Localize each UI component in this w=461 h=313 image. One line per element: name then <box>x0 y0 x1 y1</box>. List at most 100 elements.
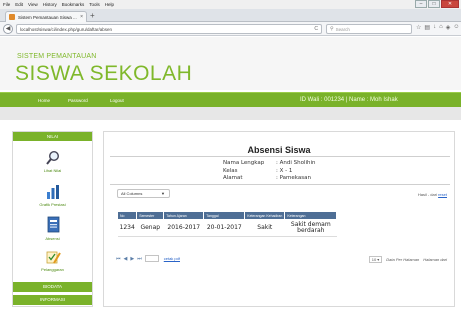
info-row: Nama Lengkap : Andi Sholihin <box>223 160 316 168</box>
main-nav: Home Password Logout ID Wali : 001234 | … <box>0 92 461 107</box>
checklist-pencil-icon <box>46 251 61 264</box>
column-header-keterangan[interactable]: Keterangan <box>284 211 338 220</box>
page-title: Absensi Siswa <box>247 145 311 155</box>
sidebar-item-grafik-prestasi[interactable]: Grafik Prestasi <box>13 184 92 207</box>
sidebar-item-pelanggaran[interactable]: Pelanggaran <box>13 249 92 272</box>
new-tab-button[interactable]: + <box>90 11 95 20</box>
user-info: ID Wali : 001234 | Name : Moh Ishak <box>300 97 398 103</box>
column-header-tanggal[interactable]: Tanggal <box>203 211 246 220</box>
sidebar-item-label: Lihat Nilai <box>43 168 62 173</box>
divider-strip <box>0 107 461 120</box>
url-text: localhost/siswa/ci/index.php/guru/daftar… <box>20 26 113 32</box>
column-header-kehadiran[interactable]: Keterangan Kehadiran <box>244 211 286 220</box>
reset-link[interactable]: reset <box>438 192 447 197</box>
sidebar: NILAI Lihat Nilai Grafik Prestasi Absens… <box>12 131 93 307</box>
prev-page-icon[interactable]: ◀ <box>124 256 128 262</box>
attendance-table: No Semester Tahun Ajaran Tanggal Keteran… <box>116 211 338 237</box>
info-key: Nama Lengkap <box>223 160 265 166</box>
minimize-icon[interactable]: – <box>415 0 427 8</box>
url-bar[interactable]: localhost/siswa/ci/index.php/guru/daftar… <box>16 24 322 34</box>
info-row: Kelas : X - 1 <box>223 168 316 176</box>
close-window-icon[interactable]: ✕ <box>441 0 459 8</box>
menu-bookmarks[interactable]: Bookmarks <box>62 2 85 7</box>
per-page-select[interactable]: 10 ▾ <box>368 256 383 263</box>
chevron-down-icon: ▼ <box>161 191 165 196</box>
column-header-no[interactable]: No <box>116 211 138 220</box>
sidebar-item-label: Grafik Prestasi <box>39 202 66 207</box>
search-bar[interactable]: ⚲ Search <box>326 24 412 34</box>
tab-bar: Sistem Pemantauan Siswa ... × + <box>0 9 461 22</box>
info-key: Alamat <box>223 175 243 181</box>
magnifier-icon <box>45 150 59 165</box>
next-page-icon[interactable]: ▶ <box>130 256 134 262</box>
sidebar-item-absensi[interactable]: Absensi <box>13 216 92 241</box>
bar-chart-icon <box>46 185 59 199</box>
search-placeholder: Search <box>335 26 350 32</box>
smile-icon[interactable]: ☺ <box>453 24 459 31</box>
column-filter-value: All Columns <box>121 191 143 196</box>
info-value: : X - 1 <box>276 167 293 174</box>
cell-semester: Genap <box>136 219 164 237</box>
divider <box>110 156 450 157</box>
student-info: Nama Lengkap : Andi Sholihin Kelas : X -… <box>223 160 316 183</box>
shield-icon[interactable]: ◈ <box>446 24 451 31</box>
nav-home[interactable]: Home <box>38 98 50 103</box>
favicon-icon <box>9 14 15 20</box>
pagination: ⏮ ◀ ▶ ⏭ cetak pdf <box>116 255 180 262</box>
back-button[interactable]: ◀ <box>3 24 13 34</box>
browser-tab[interactable]: Sistem Pemantauan Siswa ... × <box>5 11 87 22</box>
info-value: : Andi Sholihin <box>276 160 316 166</box>
per-page-label: Data Per Halaman <box>386 257 420 262</box>
first-page-icon[interactable]: ⏮ <box>116 256 121 262</box>
menu-bar: File Edit View History Bookmarks Tools H… <box>0 0 461 9</box>
sidebar-item-lihat-nilai[interactable]: Lihat Nilai <box>13 150 92 173</box>
window-controls: – □ ✕ <box>415 0 459 9</box>
column-header-tahun-ajaran[interactable]: Tahun Ajaran <box>163 211 205 220</box>
menu-view[interactable]: View <box>28 2 38 7</box>
menu-edit[interactable]: Edit <box>15 2 23 7</box>
cell-keterangan: Sakit demam berdarah <box>284 219 337 237</box>
last-page-icon[interactable]: ⏭ <box>137 256 142 262</box>
page-of-label: Halaman dari <box>423 257 447 262</box>
site-subtitle: SISTEM PEMANTAUAN <box>17 53 97 60</box>
info-key: Kelas <box>223 167 238 174</box>
tab-close-icon[interactable]: × <box>80 14 83 20</box>
page-input[interactable] <box>144 255 159 262</box>
search-icon: ⚲ <box>330 26 334 32</box>
info-value: : Pamekasan <box>276 175 311 181</box>
nav-logout[interactable]: Logout <box>110 98 124 103</box>
nav-password[interactable]: Password <box>68 98 88 103</box>
print-pdf-link[interactable]: cetak pdf <box>164 256 180 261</box>
star-icon[interactable]: ☆ <box>416 24 421 31</box>
column-header-semester[interactable]: Semester <box>136 211 165 220</box>
site-title: SISWA SEKOLAH <box>15 62 193 85</box>
per-page-value: 10 <box>371 257 377 262</box>
result-summary: Hasil - dari reset <box>418 192 447 197</box>
cell-no: 1234 <box>117 219 137 237</box>
download-icon[interactable]: ↓ <box>433 24 436 31</box>
attendance-book-icon <box>47 216 59 233</box>
reader-icon[interactable]: ▤ <box>424 24 430 31</box>
tab-title: Sistem Pemantauan Siswa ... <box>18 14 77 20</box>
cell-tanggal: 20-01-2017 <box>203 219 245 237</box>
toolbar-icons: ☆ ▤ ↓ ⌂ ◈ ☺ ≡ <box>416 24 461 31</box>
sidebar-item-label: Absensi <box>45 236 60 241</box>
table-row: 1234 Genap 2016-2017 20-01-2017 Sakit Sa… <box>117 219 337 237</box>
per-page-control: 10 ▾ Data Per Halaman Halaman dari <box>368 256 447 263</box>
cell-tahun-ajaran: 2016-2017 <box>163 219 204 237</box>
home-icon[interactable]: ⌂ <box>439 24 443 31</box>
column-filter-select[interactable]: All Columns ▼ <box>117 189 170 198</box>
menu-tools[interactable]: Tools <box>89 2 100 7</box>
menu-help[interactable]: Help <box>105 2 114 7</box>
navigation-bar: ◀ localhost/siswa/ci/index.php/guru/daft… <box>0 22 461 36</box>
informasi-button[interactable]: INFORMASI <box>13 295 92 305</box>
table-header-row: No Semester Tahun Ajaran Tanggal Keteran… <box>116 211 338 220</box>
biodata-button[interactable]: BIODATA <box>13 282 92 292</box>
cell-kehadiran: Sakit <box>244 219 285 237</box>
maximize-icon[interactable]: □ <box>428 0 440 8</box>
divider <box>110 184 450 185</box>
menu-history[interactable]: History <box>43 2 57 7</box>
reload-icon[interactable]: C <box>314 26 318 32</box>
sidebar-header: NILAI <box>13 132 92 141</box>
menu-file[interactable]: File <box>3 2 10 7</box>
